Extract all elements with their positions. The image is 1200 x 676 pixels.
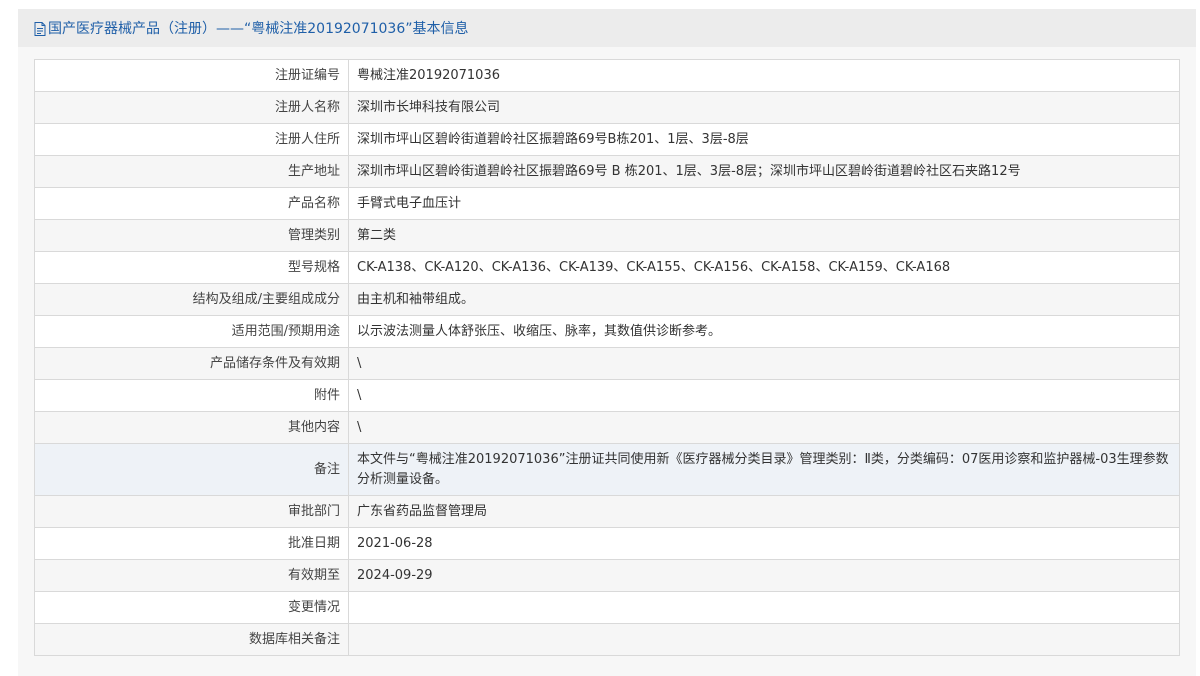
row-label: 注册人住所 — [34, 123, 349, 156]
row-label: 产品名称 — [34, 187, 349, 220]
table-row: 批准日期 2021-06-28 — [34, 527, 1180, 560]
row-value: 深圳市长坤科技有限公司 — [348, 91, 1180, 124]
row-label: 适用范围/预期用途 — [34, 315, 349, 348]
row-label: 结构及组成/主要组成成分 — [34, 283, 349, 316]
row-value: 深圳市坪山区碧岭街道碧岭社区振碧路69号 B 栋201、1层、3层-8层；深圳市… — [348, 155, 1180, 188]
table-row: 注册证编号 粤械注准20192071036 — [34, 59, 1180, 92]
table-row: 结构及组成/主要组成成分 由主机和袖带组成。 — [34, 283, 1180, 316]
table-row: 管理类别 第二类 — [34, 219, 1180, 252]
row-value: 第二类 — [348, 219, 1180, 252]
row-value: 由主机和袖带组成。 — [348, 283, 1180, 316]
row-label: 有效期至 — [34, 559, 349, 592]
row-value: \ — [348, 347, 1180, 380]
table-row: 型号规格 CK-A138、CK-A120、CK-A136、CK-A139、CK-… — [34, 251, 1180, 284]
row-value: 本文件与“粤械注准20192071036”注册证共同使用新《医疗器械分类目录》管… — [348, 443, 1180, 496]
row-label: 型号规格 — [34, 251, 349, 284]
table-row: 审批部门 广东省药品监督管理局 — [34, 495, 1180, 528]
info-panel: 注册证编号 粤械注准20192071036 注册人名称 深圳市长坤科技有限公司 … — [34, 59, 1180, 656]
page-title-bar: 国产医疗器械产品（注册）——“粤械注准20192071036”基本信息 — [18, 9, 1196, 47]
row-label: 管理类别 — [34, 219, 349, 252]
info-table: 注册证编号 粤械注准20192071036 注册人名称 深圳市长坤科技有限公司 … — [34, 59, 1180, 656]
row-label: 数据库相关备注 — [34, 623, 349, 656]
table-row: 适用范围/预期用途 以示波法测量人体舒张压、收缩压、脉率，其数值供诊断参考。 — [34, 315, 1180, 348]
table-row: 附件 \ — [34, 379, 1180, 412]
table-row: 注册人住所 深圳市坪山区碧岭街道碧岭社区振碧路69号B栋201、1层、3层-8层 — [34, 123, 1180, 156]
row-value: 手臂式电子血压计 — [348, 187, 1180, 220]
row-value: 深圳市坪山区碧岭街道碧岭社区振碧路69号B栋201、1层、3层-8层 — [348, 123, 1180, 156]
row-label: 其他内容 — [34, 411, 349, 444]
row-value: CK-A138、CK-A120、CK-A136、CK-A139、CK-A155、… — [348, 251, 1180, 284]
row-label: 附件 — [34, 379, 349, 412]
row-label: 变更情况 — [34, 591, 349, 624]
row-value: \ — [348, 411, 1180, 444]
row-value: 2021-06-28 — [348, 527, 1180, 560]
row-label: 注册人名称 — [34, 91, 349, 124]
table-row: 产品储存条件及有效期 \ — [34, 347, 1180, 380]
page-title: 国产医疗器械产品（注册）——“粤械注准20192071036”基本信息 — [48, 21, 469, 37]
row-label: 注册证编号 — [34, 59, 349, 92]
row-label: 生产地址 — [34, 155, 349, 188]
row-value: 以示波法测量人体舒张压、收缩压、脉率，其数值供诊断参考。 — [348, 315, 1180, 348]
document-icon — [34, 22, 46, 36]
row-label: 产品储存条件及有效期 — [34, 347, 349, 380]
table-row: 有效期至 2024-09-29 — [34, 559, 1180, 592]
table-row: 注册人名称 深圳市长坤科技有限公司 — [34, 91, 1180, 124]
row-label: 批准日期 — [34, 527, 349, 560]
row-label: 审批部门 — [34, 495, 349, 528]
row-value: 广东省药品监督管理局 — [348, 495, 1180, 528]
table-row: 生产地址 深圳市坪山区碧岭街道碧岭社区振碧路69号 B 栋201、1层、3层-8… — [34, 155, 1180, 188]
page-container: 国产医疗器械产品（注册）——“粤械注准20192071036”基本信息 注册证编… — [18, 9, 1196, 676]
table-row: 备注 本文件与“粤械注准20192071036”注册证共同使用新《医疗器械分类目… — [34, 443, 1180, 496]
row-value: \ — [348, 379, 1180, 412]
table-row: 产品名称 手臂式电子血压计 — [34, 187, 1180, 220]
table-row: 变更情况 — [34, 591, 1180, 624]
table-row: 数据库相关备注 — [34, 623, 1180, 656]
table-row: 其他内容 \ — [34, 411, 1180, 444]
row-value — [348, 623, 1180, 656]
row-label: 备注 — [34, 443, 349, 496]
row-value — [348, 591, 1180, 624]
row-value: 2024-09-29 — [348, 559, 1180, 592]
row-value: 粤械注准20192071036 — [348, 59, 1180, 92]
